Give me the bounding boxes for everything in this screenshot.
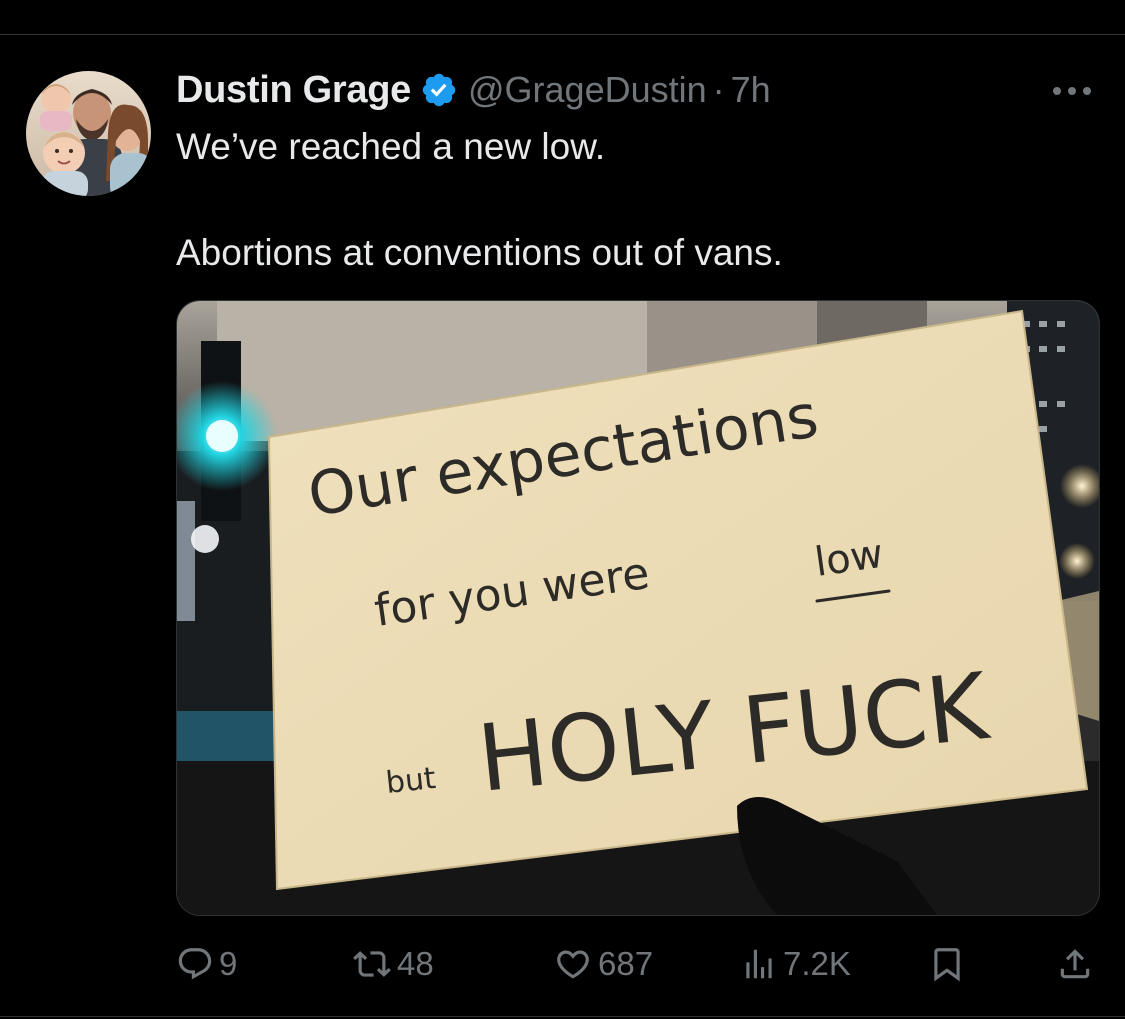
bookmark-button[interactable] bbox=[928, 940, 966, 988]
separator-dot: · bbox=[712, 69, 725, 110]
share-button[interactable] bbox=[1056, 940, 1094, 988]
views-count: 7.2K bbox=[783, 945, 851, 982]
views-icon bbox=[746, 949, 772, 979]
more-options-button[interactable] bbox=[1044, 74, 1100, 108]
author-handle[interactable]: @GrageDustin bbox=[468, 69, 707, 111]
like-button[interactable]: 687 bbox=[553, 940, 653, 988]
sign-line-3a: but bbox=[384, 761, 437, 801]
tweet-header: Dustin Grage @GrageDustin · 7h bbox=[176, 64, 771, 116]
reply-button[interactable]: 9 bbox=[176, 940, 237, 988]
reply-count: 9 bbox=[219, 945, 238, 982]
sign-line-2b: low bbox=[812, 531, 886, 586]
protest-sign-photo: Our expectations for you were low but HO… bbox=[177, 301, 1099, 915]
tweet-action-bar: 9 48 687 7.2K bbox=[0, 940, 1125, 988]
tweet-text-line: We’ve reached a new low. bbox=[176, 126, 606, 167]
tweet-text-line: Abortions at conventions out of vans. bbox=[176, 232, 783, 273]
author-avatar[interactable] bbox=[26, 71, 151, 196]
share-icon bbox=[1060, 949, 1090, 979]
tweet-media-image[interactable]: Our expectations for you were low but HO… bbox=[176, 300, 1100, 916]
retweet-button[interactable]: 48 bbox=[352, 940, 434, 988]
views-button[interactable]: 7.2K bbox=[740, 940, 851, 988]
like-count: 687 bbox=[598, 945, 654, 982]
more-dots-icon bbox=[1053, 87, 1091, 95]
retweet-count: 48 bbox=[397, 945, 434, 982]
verified-badge-icon bbox=[420, 71, 458, 109]
retweet-icon bbox=[353, 951, 391, 977]
reply-icon bbox=[178, 948, 212, 980]
heart-icon bbox=[557, 950, 589, 979]
author-name[interactable]: Dustin Grage bbox=[176, 69, 411, 112]
tweet-text: We’ve reached a new low. Abortions at co… bbox=[176, 120, 1076, 279]
top-divider bbox=[0, 34, 1125, 35]
tweet-timestamp[interactable]: 7h bbox=[731, 69, 771, 111]
bookmark-icon bbox=[934, 948, 960, 982]
bottom-divider bbox=[0, 1016, 1125, 1017]
avatar-photo bbox=[26, 71, 151, 196]
